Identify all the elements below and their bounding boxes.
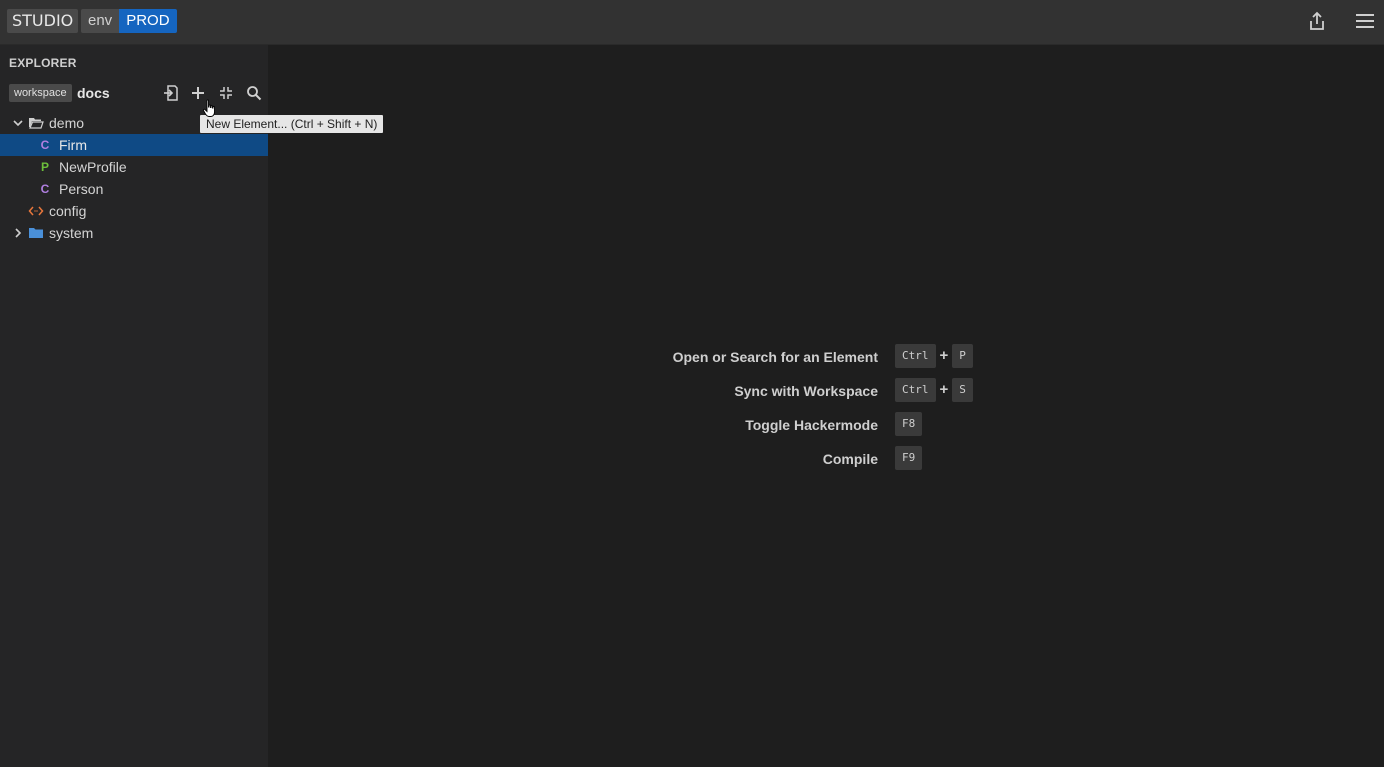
- key-cap: P: [952, 344, 973, 368]
- folder-icon: [28, 225, 44, 241]
- key-cap: Ctrl: [895, 378, 936, 402]
- explorer-title: EXPLORER: [9, 56, 77, 70]
- chevron-right-icon[interactable]: [10, 225, 26, 241]
- shortcut-keys: Ctrl + P: [895, 344, 973, 368]
- code-icon: [28, 203, 44, 219]
- shortcut-label: Sync with Workspace: [734, 383, 878, 399]
- key-cap: F9: [895, 446, 923, 470]
- tree-item-config[interactable]: config: [0, 200, 268, 222]
- shortcut-label: Toggle Hackermode: [745, 417, 878, 433]
- pointer-cursor-icon: [202, 99, 218, 119]
- workspace-name: docs: [77, 85, 110, 101]
- tree-item-label: NewProfile: [59, 159, 127, 175]
- tree-item-label: Firm: [59, 137, 87, 153]
- shortcut-row: Sync with Workspace Ctrl + S: [268, 378, 1384, 404]
- import-icon[interactable]: [162, 84, 180, 102]
- tree-item-label: config: [49, 203, 87, 219]
- tree-item-newprofile[interactable]: P NewProfile: [0, 156, 268, 178]
- shortcut-row: Open or Search for an Element Ctrl + P: [268, 344, 1384, 370]
- tree-item-system[interactable]: system: [0, 222, 268, 244]
- shortcut-label: Compile: [822, 451, 878, 467]
- tree-item-label: Person: [59, 181, 104, 197]
- app-logo: STUDIO: [7, 9, 79, 33]
- key-cap: S: [952, 378, 973, 402]
- tree-item-label: system: [49, 225, 94, 241]
- hamburger-menu-icon[interactable]: [1354, 10, 1376, 32]
- tree-item-label: demo: [49, 115, 85, 131]
- class-type-icon: C: [40, 182, 50, 196]
- folder-open-icon: [28, 115, 44, 131]
- workspace-row: workspace docs: [0, 81, 268, 105]
- shortcut-keys: F8: [895, 412, 923, 436]
- tree-item-person[interactable]: C Person: [0, 178, 268, 200]
- shortcut-keys: Ctrl + S: [895, 378, 973, 402]
- env-label: env: [81, 9, 120, 33]
- key-plus: +: [939, 347, 949, 364]
- tree-item-firm[interactable]: C Firm: [0, 134, 268, 156]
- environment-indicator: env PROD: [81, 9, 177, 33]
- shortcut-keys: F9: [895, 446, 923, 470]
- key-cap: F8: [895, 412, 923, 436]
- search-icon[interactable]: [245, 84, 263, 102]
- shortcut-label: Open or Search for an Element: [672, 349, 878, 365]
- top-bar: STUDIO env PROD: [0, 0, 1384, 45]
- key-cap: Ctrl: [895, 344, 936, 368]
- explorer-sidebar: EXPLORER workspace docs demo C Firm P Ne…: [0, 45, 268, 767]
- share-icon[interactable]: [1306, 10, 1328, 32]
- profile-type-icon: P: [40, 160, 49, 174]
- workspace-badge: workspace: [9, 84, 72, 102]
- new-element-tooltip: New Element... (Ctrl + Shift + N): [200, 115, 384, 133]
- chevron-down-icon[interactable]: [10, 115, 26, 131]
- key-plus: +: [939, 381, 949, 398]
- class-type-icon: C: [40, 138, 50, 152]
- shortcut-row: Toggle Hackermode F8: [268, 412, 1384, 438]
- shortcut-row: Compile F9: [268, 446, 1384, 472]
- collapse-icon[interactable]: [217, 84, 235, 102]
- env-value: PROD: [119, 9, 177, 33]
